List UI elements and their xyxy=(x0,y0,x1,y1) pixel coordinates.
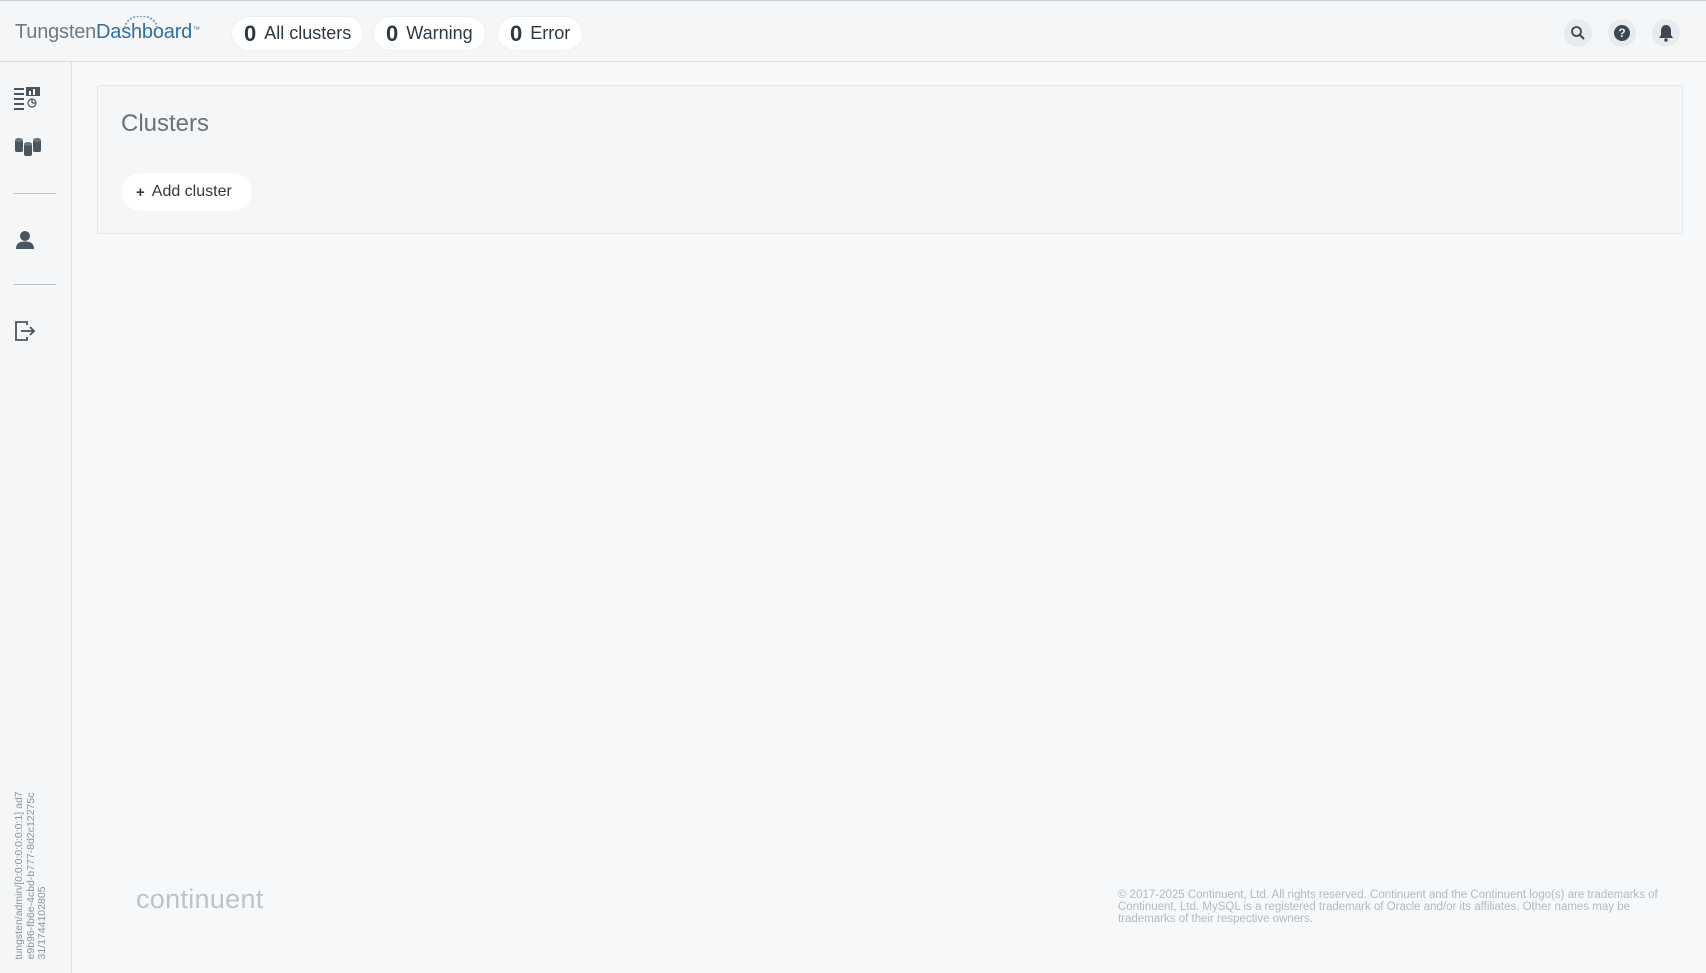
all-clusters-label: All clusters xyxy=(264,23,352,43)
session-info: tungsten/admin/[0:0:0:0:0:0:0:1] ad7e9b9… xyxy=(13,789,54,959)
dashboard-icon[interactable] xyxy=(14,86,42,117)
sidebar: tungsten/admin/[0:0:0:0:0:0:0:1] ad7e9b9… xyxy=(0,62,72,973)
logout-icon[interactable] xyxy=(14,320,36,347)
warning-counter[interactable]: 0 Warning xyxy=(374,17,485,50)
error-count: 0 xyxy=(510,20,523,46)
all-clusters-count: 0 xyxy=(244,20,257,46)
error-counter[interactable]: 0 Error xyxy=(498,17,583,50)
all-clusters-counter[interactable]: 0 All clusters xyxy=(232,17,364,50)
plus-icon: + xyxy=(136,183,145,201)
clusters-icon[interactable] xyxy=(14,136,42,163)
clusters-panel: Clusters + Add cluster xyxy=(97,85,1683,234)
sidebar-divider xyxy=(14,193,56,194)
add-cluster-button[interactable]: + Add cluster xyxy=(122,173,252,211)
continuent-logo[interactable]: continuent xyxy=(136,884,264,915)
logo-arc-icon xyxy=(124,16,158,29)
warning-label: Warning xyxy=(406,23,473,43)
search-icon[interactable] xyxy=(1564,19,1592,47)
warning-count: 0 xyxy=(386,20,399,46)
bell-icon[interactable] xyxy=(1652,19,1680,47)
help-icon[interactable]: ? xyxy=(1608,19,1636,47)
logo-text-tungsten: Tungsten xyxy=(15,21,97,43)
error-label: Error xyxy=(530,23,571,43)
top-bar: TungstenDashboard™ 0 All clusters 0 Warn… xyxy=(0,0,1706,62)
page-title: Clusters xyxy=(121,110,210,137)
add-cluster-label: Add cluster xyxy=(151,183,232,200)
sidebar-divider xyxy=(14,284,56,285)
user-icon[interactable] xyxy=(14,229,36,256)
svg-text:?: ? xyxy=(1618,26,1625,40)
session-info-text: tungsten/admin/[0:0:0:0:0:0:0:1] ad7e9b9… xyxy=(13,790,48,959)
tungsten-dashboard-logo[interactable]: TungstenDashboard™ xyxy=(15,16,200,51)
copyright-text: © 2017-2025 Continuent, Ltd. All rights … xyxy=(1118,889,1658,925)
logo-trademark: ™ xyxy=(192,25,200,34)
